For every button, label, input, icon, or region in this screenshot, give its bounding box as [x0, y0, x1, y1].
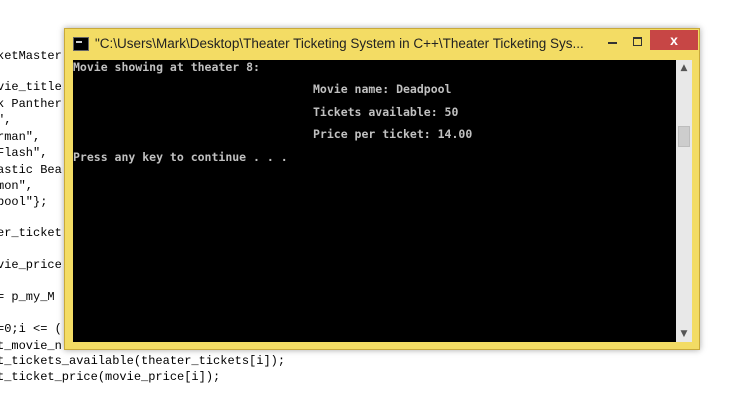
movie-name-line: Movie name: Deadpool — [313, 82, 452, 96]
window-title: "C:\Users\Mark\Desktop\Theater Ticketing… — [95, 36, 584, 51]
code-line: pool"}; — [0, 195, 48, 209]
title-bar[interactable]: "C:\Users\Mark\Desktop\Theater Ticketing… — [65, 29, 699, 59]
code-line: mon", — [0, 179, 34, 193]
vertical-scrollbar[interactable]: ▲ ▼ — [676, 60, 692, 342]
console-heading-line: Movie showing at theater 8: — [73, 60, 260, 74]
continue-prompt-line: Press any key to continue . . . — [73, 150, 288, 164]
console-output[interactable]: Movie showing at theater 8: Movie name: … — [73, 60, 676, 342]
code-line: rman", — [0, 130, 41, 144]
code-line: Flash", — [0, 146, 48, 160]
price-per-ticket-line: Price per ticket: 14.00 — [313, 127, 473, 141]
code-line: = p_my_M — [0, 290, 55, 304]
minimize-button[interactable] — [600, 30, 624, 50]
close-icon: x — [670, 32, 678, 48]
close-button[interactable]: x — [650, 30, 698, 50]
code-line: astic Bea — [0, 163, 62, 177]
scroll-up-arrow-icon[interactable]: ▲ — [676, 60, 692, 76]
maximize-icon — [632, 36, 642, 46]
code-line: t_movie_n — [0, 339, 62, 353]
scroll-thumb[interactable] — [678, 126, 690, 147]
code-line: vie_price — [0, 258, 62, 272]
code-line: =0;i <= ( — [0, 322, 62, 336]
minimize-icon — [607, 42, 617, 45]
code-line: ", — [0, 113, 12, 127]
code-line: er_ticket — [0, 226, 62, 240]
maximize-button[interactable] — [625, 30, 649, 50]
code-line: vie_title — [0, 80, 62, 94]
code-line: t_tickets_available(theater_tickets[i]); — [0, 354, 286, 368]
code-line: k Panther — [0, 97, 62, 111]
tickets-available-line: Tickets available: 50 — [313, 105, 459, 119]
code-line: ketMaster — [0, 49, 62, 63]
code-line: t_ticket_price(movie_price[i]); — [0, 370, 221, 384]
scroll-down-arrow-icon[interactable]: ▼ — [676, 326, 692, 342]
console-app-icon[interactable] — [73, 37, 89, 51]
console-window[interactable]: "C:\Users\Mark\Desktop\Theater Ticketing… — [64, 28, 700, 350]
